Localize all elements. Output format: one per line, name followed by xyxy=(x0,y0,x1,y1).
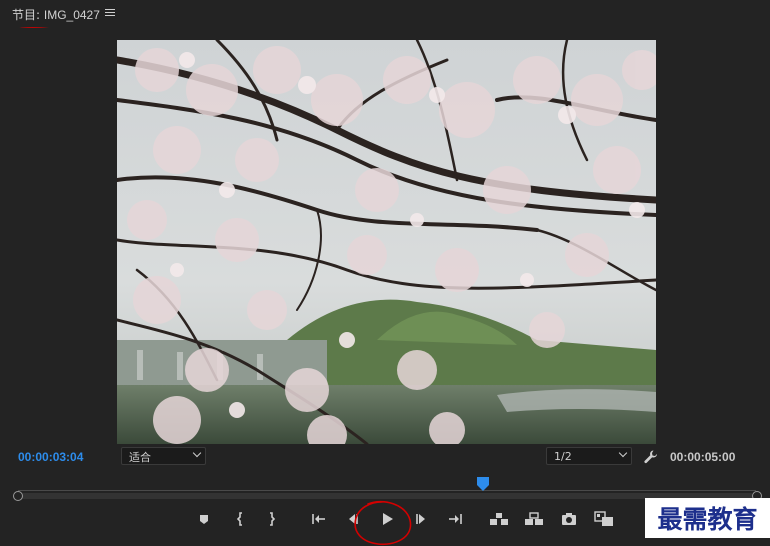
mark-out-button[interactable] xyxy=(261,508,283,530)
go-to-in-button[interactable] xyxy=(307,508,329,530)
playhead[interactable] xyxy=(476,476,490,492)
sequence-name: IMG_0427 xyxy=(43,8,100,22)
step-forward-icon xyxy=(416,514,425,524)
current-timecode[interactable]: 00:00:03:04 xyxy=(18,450,83,464)
add-marker-button[interactable] xyxy=(193,508,215,530)
resolution-value: 1/2 xyxy=(554,450,572,463)
hamburger-menu-icon[interactable] xyxy=(104,7,116,19)
camera-icon xyxy=(562,513,576,525)
wrench-icon[interactable] xyxy=(643,449,659,465)
panel-title-prefix: 节目: xyxy=(12,8,44,22)
watermark-logo: 最需教育 xyxy=(645,498,770,538)
mark-in-button[interactable] xyxy=(229,508,251,530)
panel-tab-title[interactable]: 节目: IMG_0427 xyxy=(12,6,100,23)
go-to-out-button[interactable] xyxy=(445,508,467,530)
mark-in-icon xyxy=(236,512,242,526)
playback-resolution-select[interactable]: 1/2 xyxy=(546,447,632,465)
chevron-down-icon xyxy=(618,448,628,458)
mark-out-icon xyxy=(270,512,276,526)
compare-icon xyxy=(594,511,613,526)
extract-button[interactable] xyxy=(523,508,545,530)
cherry-blossom-photo xyxy=(117,40,656,444)
watermark-text: 最需教育 xyxy=(657,505,758,534)
lift-button[interactable] xyxy=(488,508,510,530)
zoom-handle-left[interactable] xyxy=(13,491,23,501)
comparison-view-button[interactable] xyxy=(593,508,615,530)
program-monitor-viewer xyxy=(0,28,770,446)
duration-timecode: 00:00:05:00 xyxy=(670,450,736,464)
go-to-in-icon xyxy=(312,514,325,524)
export-frame-button[interactable] xyxy=(558,508,580,530)
red-circle-annotation xyxy=(354,500,412,546)
lift-icon xyxy=(490,513,508,525)
ruler-baseline xyxy=(18,490,756,491)
step-forward-button[interactable] xyxy=(411,508,433,530)
chevron-down-icon xyxy=(192,448,202,458)
zoom-level-value: 适合 xyxy=(129,451,151,464)
video-frame xyxy=(117,40,656,444)
program-monitor-header: 节目: IMG_0427 xyxy=(0,0,770,36)
go-to-out-icon xyxy=(449,514,462,524)
zoom-level-select[interactable]: 适合 xyxy=(121,447,206,465)
extract-icon xyxy=(525,512,543,525)
marker-icon xyxy=(200,515,208,524)
